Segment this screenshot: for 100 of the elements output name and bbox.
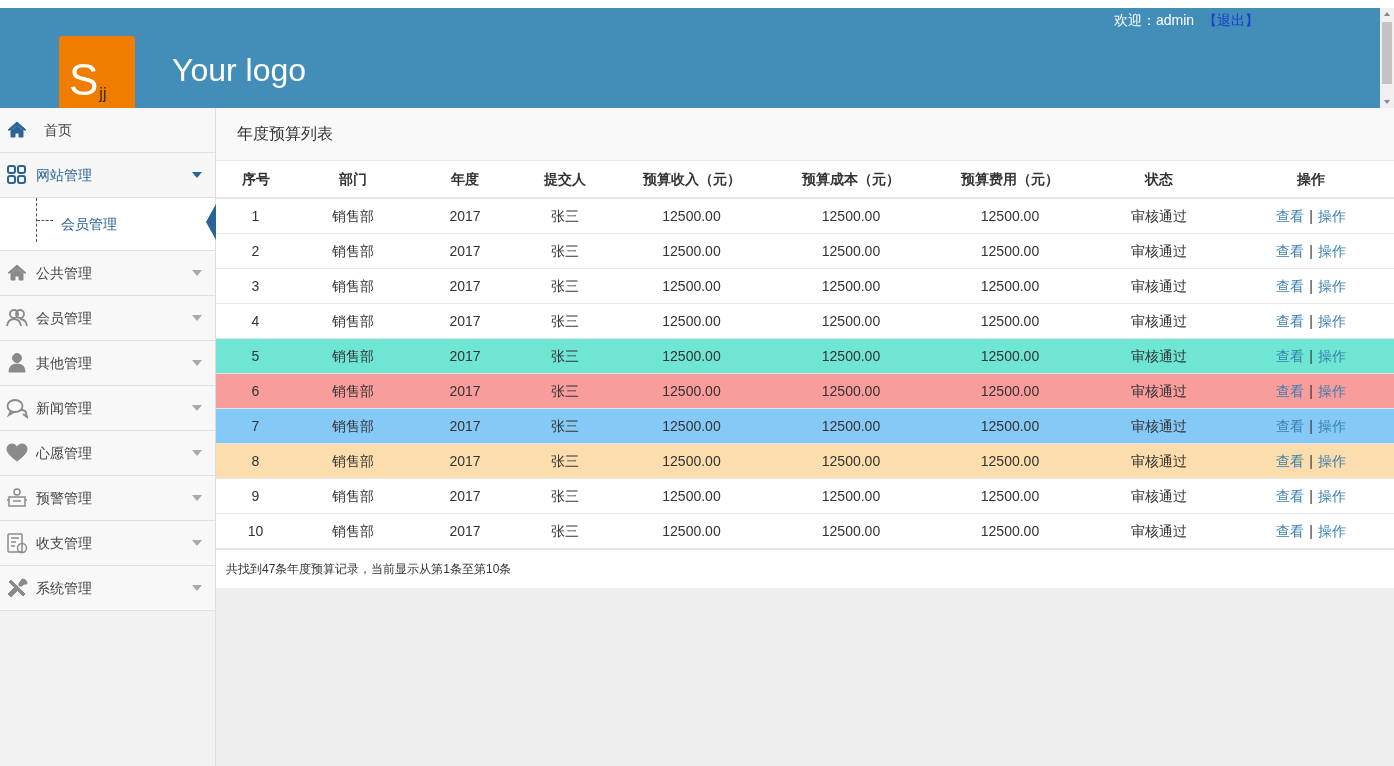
sidebar-menu-item[interactable]: 其他管理 [0,341,215,386]
separator-text: | [1309,521,1313,541]
table-cell-text: 2017 [449,486,481,506]
sidebar-menu-item[interactable]: 系统管理 [0,566,215,611]
operate-link[interactable]: 操作 [1317,205,1346,227]
table-cell-text: 12500.00 [821,486,881,506]
operate-link[interactable]: 操作 [1317,240,1346,262]
table-cell-text: 销售部 [332,486,374,506]
column-header: 操作 [1296,169,1326,189]
view-link[interactable]: 查看 [1276,450,1305,472]
logo-badge: Sjj [59,36,135,108]
record-count-text: 共找到47条年度预算记录，当前显示从第1条至第10条 [226,561,512,578]
operate-link[interactable]: 操作 [1317,415,1346,437]
table-cell-text: 审核通过 [1131,416,1187,436]
sidebar-menu-item[interactable]: 心愿管理 [0,431,215,476]
person-icon [6,352,28,374]
table-cell-text: 12500.00 [980,206,1040,226]
table-cell-text: 销售部 [332,451,374,471]
sidebar-menu-item[interactable]: 会员管理 [0,296,215,341]
table-cell-text: 10 [247,521,264,541]
table-cell-text: 8 [251,451,260,471]
table-cell-text: 审核通过 [1131,311,1187,331]
table-cell-text: 销售部 [332,206,374,226]
operate-link[interactable]: 操作 [1317,520,1346,542]
operate-link[interactable]: 操作 [1317,345,1346,367]
table-cell-text: 张三 [551,241,579,261]
table-cell-text: 销售部 [332,241,374,261]
table-cell-text: 12500.00 [821,311,881,331]
table-cell-text: 2017 [449,206,481,226]
sidebar-menu-item[interactable]: 网站管理 [0,153,215,198]
sidebar-menu-item[interactable]: 收支管理 [0,521,215,566]
sidebar-menu-item[interactable]: 公共管理 [0,251,215,296]
table-cell-text: 审核通过 [1131,276,1187,296]
table-cell-text: 2017 [449,521,481,541]
separator-text: | [1309,486,1313,506]
ledger-icon [6,532,28,554]
logo-text: Your logo [172,54,307,86]
table-cell-text: 12500.00 [980,241,1040,261]
view-link[interactable]: 查看 [1276,310,1305,332]
operate-link[interactable]: 操作 [1317,310,1346,332]
page-title: 年度预算列表 [237,124,333,144]
table-cell-text: 9 [251,486,260,506]
table-cell-text: 张三 [551,416,579,436]
table-cell-text: 12500.00 [980,276,1040,296]
table-cell-text: 2017 [449,346,481,366]
operate-link[interactable]: 操作 [1317,275,1346,297]
column-header: 预算费用（元） [959,169,1060,189]
scrollbar[interactable] [1380,8,1394,108]
view-link[interactable]: 查看 [1276,415,1305,437]
table-cell-text: 审核通过 [1131,346,1187,366]
grid-icon [6,164,28,186]
table-cell-text: 张三 [551,451,579,471]
table-cell-text: 张三 [551,486,579,506]
table-cell-text: 12500.00 [821,521,881,541]
sidebar-menu-item[interactable]: 首页 [0,108,215,153]
users-icon [6,307,28,329]
table-cell-text: 2017 [449,381,481,401]
table-cell-text: 销售部 [332,416,374,436]
table-cell-text: 12500.00 [821,381,881,401]
table-cell-text: 审核通过 [1131,381,1187,401]
operate-link[interactable]: 操作 [1317,485,1346,507]
home-icon [6,262,28,284]
separator-text: | [1309,451,1313,471]
sidebar-menu-item[interactable]: 预警管理 [0,476,215,521]
table-cell-text: 12500.00 [980,346,1040,366]
table-cell-text: 张三 [551,276,579,296]
table-cell-text: 12500.00 [821,206,881,226]
tools-icon [6,577,28,599]
column-header: 序号 [240,169,271,189]
table-cell-text: 2017 [449,416,481,436]
table-cell-text: 张三 [551,206,579,226]
separator-text: | [1309,346,1313,366]
table-cell-text: 审核通过 [1131,451,1187,471]
table-cell-text: 张三 [551,346,579,366]
table-cell-text: 12500.00 [662,381,721,401]
table-cell-text: 4 [251,311,260,331]
table-cell-text: 12500.00 [980,451,1040,471]
table-cell-text: 12500.00 [980,381,1040,401]
submenu-item[interactable]: 会员管理 [61,213,117,235]
table-cell-text: 3 [251,276,260,296]
view-link[interactable]: 查看 [1276,205,1305,227]
table-cell-text: 审核通过 [1131,521,1187,541]
operate-link[interactable]: 操作 [1317,450,1346,472]
column-header: 年度 [450,169,480,189]
view-link[interactable]: 查看 [1276,240,1305,262]
view-link[interactable]: 查看 [1276,345,1305,367]
view-link[interactable]: 查看 [1276,520,1305,542]
table-cell-text: 12500.00 [662,416,721,436]
table-cell-text: 张三 [551,311,579,331]
table-cell-text: 12500.00 [662,486,721,506]
sidebar-menu-item[interactable]: 新闻管理 [0,386,215,431]
view-link[interactable]: 查看 [1276,485,1305,507]
chat-bubbles-icon [6,397,28,419]
separator-text: | [1309,241,1313,261]
table-cell-text: 销售部 [332,381,374,401]
table-cell-text: 2 [251,241,260,261]
view-link[interactable]: 查看 [1276,275,1305,297]
table-cell-text: 审核通过 [1131,486,1187,506]
table-cell-text: 12500.00 [662,276,721,296]
table-cell-text: 张三 [551,521,579,541]
